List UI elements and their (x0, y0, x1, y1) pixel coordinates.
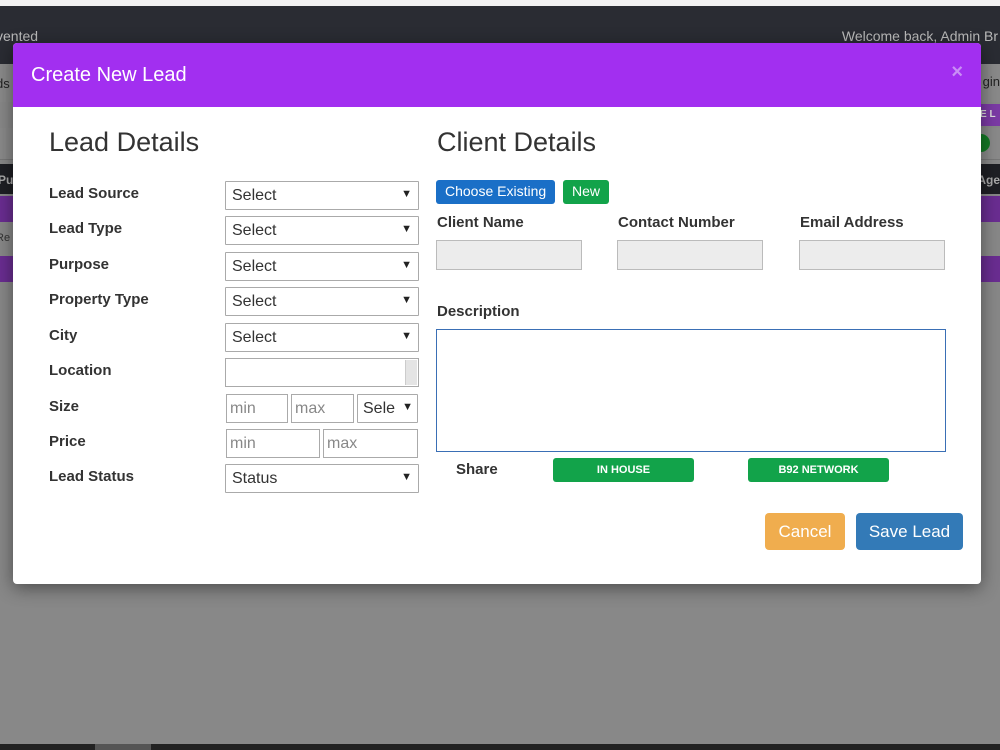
lead-source-value: Select (232, 187, 277, 204)
lead-source-label: Lead Source (49, 185, 140, 202)
description-textarea[interactable] (436, 329, 946, 452)
share-b92-network-button[interactable]: B92 NETWORK (748, 458, 889, 482)
email-address-label: Email Address (800, 214, 904, 231)
background-welcome-text: Welcome back, Admin Br (841, 28, 998, 44)
city-select[interactable]: Select ▼ (225, 323, 419, 352)
share-in-house-button[interactable]: IN HOUSE (553, 458, 694, 482)
purpose-label: Purpose (49, 256, 110, 273)
location-scroll-handle[interactable] (405, 360, 417, 385)
cancel-button[interactable]: Cancel (765, 513, 845, 550)
share-label: Share (456, 461, 498, 478)
new-client-button[interactable]: New (563, 180, 610, 204)
price-label: Price (49, 433, 86, 450)
size-label: Size (49, 398, 80, 415)
create-lead-modal: Create New Lead × Lead Details Lead Sour… (13, 43, 981, 584)
chevron-down-icon: ▼ (401, 223, 412, 235)
save-lead-button[interactable]: Save Lead (856, 513, 963, 550)
lead-status-select[interactable]: Status ▼ (225, 464, 419, 493)
lead-status-label: Lead Status (49, 468, 135, 485)
lead-type-select[interactable]: Select ▼ (225, 216, 419, 245)
size-max-input[interactable]: max (291, 394, 354, 423)
price-min-input[interactable]: min (226, 429, 320, 458)
chevron-down-icon: ▼ (401, 471, 412, 483)
client-name-label: Client Name (437, 214, 524, 231)
modal-header: Create New Lead × (13, 43, 981, 107)
background-bottom-tab (95, 744, 151, 750)
chevron-down-icon: ▼ (402, 401, 413, 413)
price-max-input[interactable]: max (323, 429, 418, 458)
background-row-text: Re (0, 232, 11, 244)
background-nav-left: ds (0, 76, 10, 91)
location-input[interactable] (225, 358, 419, 387)
chevron-down-icon: ▼ (401, 294, 412, 306)
lead-status-value: Status (232, 470, 278, 487)
property-type-value: Select (232, 293, 277, 310)
city-value: Select (232, 329, 277, 346)
background-brand: vented (0, 28, 39, 44)
city-label: City (49, 327, 78, 344)
lead-type-value: Select (232, 222, 277, 239)
client-details-title: Client Details (437, 127, 597, 157)
chevron-down-icon: ▼ (401, 188, 412, 200)
client-name-input[interactable] (436, 240, 582, 270)
purpose-value: Select (232, 258, 277, 275)
size-unit-value: Sele (363, 400, 396, 417)
lead-type-label: Lead Type (49, 220, 123, 237)
background-th-left: Pu (0, 173, 14, 187)
contact-number-label: Contact Number (618, 214, 735, 231)
size-unit-select[interactable]: Sele ▼ (357, 394, 418, 423)
choose-existing-button[interactable]: Choose Existing (436, 180, 556, 204)
size-min-input[interactable]: min (226, 394, 288, 423)
contact-number-input[interactable] (617, 240, 763, 270)
property-type-label: Property Type (49, 291, 149, 308)
purpose-select[interactable]: Select ▼ (225, 252, 419, 281)
property-type-select[interactable]: Select ▼ (225, 287, 419, 316)
background-purple-tag: E L (978, 104, 1000, 126)
close-icon[interactable]: × (951, 61, 963, 84)
chevron-down-icon: ▼ (401, 330, 412, 342)
modal-title: Create New Lead (31, 64, 187, 86)
lead-source-select[interactable]: Select ▼ (225, 181, 419, 210)
chevron-down-icon: ▼ (401, 259, 412, 271)
email-address-input[interactable] (799, 240, 945, 270)
location-label: Location (49, 362, 112, 379)
lead-details-title: Lead Details (49, 127, 200, 157)
background-nav-right: gin (982, 74, 1000, 89)
description-label: Description (437, 303, 520, 320)
